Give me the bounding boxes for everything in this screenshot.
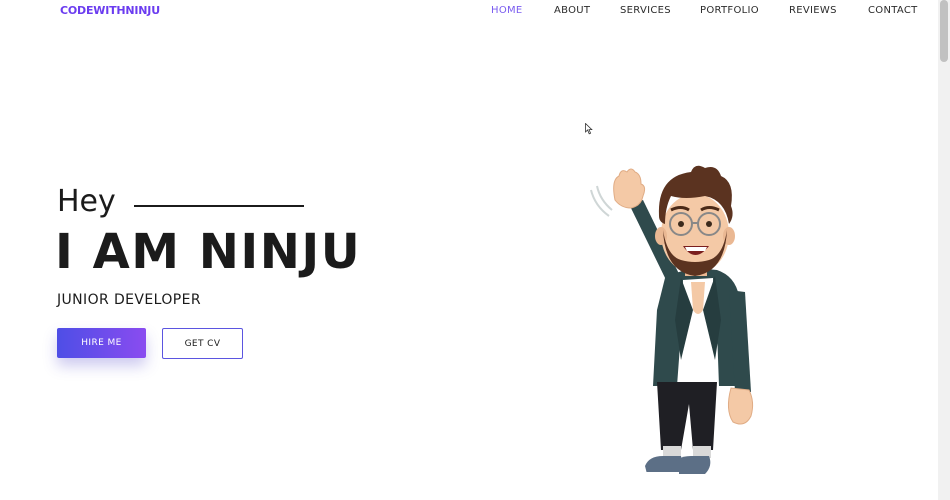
nav-reviews[interactable]: REVIEWS <box>789 5 837 16</box>
scrollbar-thumb[interactable] <box>940 0 948 62</box>
nav-home[interactable]: HOME <box>491 5 523 16</box>
greeting-underline <box>134 205 304 207</box>
nav-portfolio[interactable]: PORTFOLIO <box>700 5 759 16</box>
hero-title: I AM NINJU <box>55 224 362 280</box>
logo[interactable]: CODEWITHNINJU <box>60 4 160 17</box>
hero-greeting: Hey <box>57 184 116 219</box>
nav-services[interactable]: SERVICES <box>620 5 671 16</box>
hero-subtitle: JUNIOR DEVELOPER <box>57 292 201 308</box>
scrollbar[interactable] <box>938 0 950 500</box>
hire-me-button[interactable]: HIRE ME <box>57 328 146 358</box>
navbar: CODEWITHNINJU HOME ABOUT SERVICES PORTFO… <box>0 0 938 24</box>
get-cv-button[interactable]: GET CV <box>162 328 243 359</box>
mouse-pointer-icon <box>585 123 593 135</box>
nav-about[interactable]: ABOUT <box>554 5 590 16</box>
waving-man-avatar-illustration <box>590 165 754 478</box>
nav-contact[interactable]: CONTACT <box>868 5 918 16</box>
